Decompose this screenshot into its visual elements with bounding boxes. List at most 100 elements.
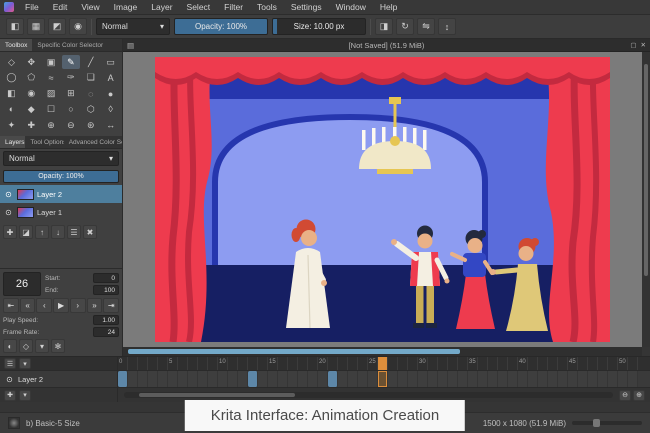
timeline-ruler-frame-39[interactable]: [508, 357, 518, 370]
fill-tool[interactable]: ●: [101, 87, 120, 101]
tab-tool-options[interactable]: Tool Options: [25, 136, 63, 148]
timeline-frame-19[interactable]: [308, 371, 318, 387]
timeline-ruler-frame-29[interactable]: [408, 357, 418, 370]
timeline-ruler-frame-14[interactable]: [258, 357, 268, 370]
timeline-ruler-frame-8[interactable]: [198, 357, 208, 370]
timeline-ruler-frame-33[interactable]: [448, 357, 458, 370]
mirror-horizontal-icon[interactable]: ⇋: [417, 18, 435, 35]
layer-properties-button[interactable]: ☰: [67, 225, 81, 239]
line-tool[interactable]: ╱: [81, 55, 100, 69]
eraser-mode-icon[interactable]: ◨: [375, 18, 393, 35]
magnetic-selection-tool[interactable]: ⊖: [62, 118, 81, 132]
last-frame-button[interactable]: ⇥: [103, 298, 120, 313]
vertical-scroll-handle[interactable]: [644, 63, 648, 277]
timeline-frame-22[interactable]: [338, 371, 348, 387]
opacity-slider[interactable]: Opacity: 100%: [174, 18, 268, 35]
timeline-ruler-frame-37[interactable]: [488, 357, 498, 370]
timeline-ruler-frame-27[interactable]: [388, 357, 398, 370]
timeline-frame-39[interactable]: [508, 371, 518, 387]
timeline-frame-51[interactable]: [628, 371, 638, 387]
timeline-frame-41[interactable]: [528, 371, 538, 387]
timeline-frame-24[interactable]: [358, 371, 368, 387]
timeline-ruler-frame-13[interactable]: [248, 357, 258, 370]
duplicate-layer-button[interactable]: ◪: [19, 225, 33, 239]
timeline-frame-17[interactable]: [288, 371, 298, 387]
timeline-frame-5[interactable]: [168, 371, 178, 387]
timeline-ruler-frame-24[interactable]: [358, 357, 368, 370]
fg-bg-color-icon[interactable]: ◩: [48, 18, 66, 35]
menu-file[interactable]: File: [18, 0, 46, 15]
start-frame-spinbox[interactable]: 0: [93, 273, 119, 283]
timeline-frame-4[interactable]: [158, 371, 168, 387]
tab-advanced-color-selector[interactable]: Advanced Color Se...: [64, 136, 122, 148]
pattern-chooser-icon[interactable]: ▦: [27, 18, 45, 35]
pattern-edit-tool[interactable]: ▨: [42, 87, 61, 101]
brush-size-slider[interactable]: Size: 10.00 px: [272, 18, 366, 35]
brush-preview-thumbnail[interactable]: [8, 417, 20, 429]
mirror-vertical-icon[interactable]: ↕: [438, 18, 456, 35]
timeline-frame-38[interactable]: [498, 371, 508, 387]
reload-preset-icon[interactable]: ↻: [396, 18, 414, 35]
menu-view[interactable]: View: [74, 0, 106, 15]
frame-rate-spinbox[interactable]: 24: [93, 327, 119, 337]
timeline-frame-11[interactable]: [228, 371, 238, 387]
polygonal-selection-tool[interactable]: ⬡: [81, 102, 100, 116]
tab-layers[interactable]: Layers: [0, 136, 26, 148]
timeline-frame-13[interactable]: [248, 371, 258, 387]
canvas-vertical-scrollbar[interactable]: [642, 52, 650, 347]
timeline-ruler-frame-36[interactable]: [478, 357, 488, 370]
timeline-frame-34[interactable]: [458, 371, 468, 387]
crop-tool[interactable]: ▣: [42, 55, 61, 69]
timeline-ruler-frame-18[interactable]: [298, 357, 308, 370]
restore-window-icon[interactable]: ▢: [630, 41, 636, 49]
current-frame-spinbox[interactable]: 26: [3, 272, 41, 296]
timeline-ruler-frame-6[interactable]: [178, 357, 188, 370]
timeline-ruler-frame-16[interactable]: [278, 357, 288, 370]
timeline-frame-35[interactable]: [468, 371, 478, 387]
timeline-frame-10[interactable]: [218, 371, 228, 387]
menu-filter[interactable]: Filter: [217, 0, 250, 15]
timeline-ruler-frame-38[interactable]: [498, 357, 508, 370]
move-layer-up-button[interactable]: ↑: [35, 225, 49, 239]
timeline-frame-18[interactable]: [298, 371, 308, 387]
timeline-frame-40[interactable]: [518, 371, 528, 387]
timeline-frame-25[interactable]: [368, 371, 378, 387]
colorize-mask-tool[interactable]: ◐: [2, 102, 21, 116]
timeline-frame-47[interactable]: [588, 371, 598, 387]
timeline-ruler-frame-32[interactable]: [438, 357, 448, 370]
first-frame-button[interactable]: ⇤: [3, 298, 19, 313]
timeline-ruler-frame-9[interactable]: [208, 357, 218, 370]
timeline-ruler-frame-0[interactable]: 0: [118, 357, 128, 370]
ellipse-tool[interactable]: ◯: [2, 71, 21, 85]
timeline-frame-43[interactable]: [548, 371, 558, 387]
next-frame-button[interactable]: ›: [69, 298, 86, 313]
polyline-tool[interactable]: ≈: [42, 71, 61, 85]
timeline-frame-28[interactable]: [398, 371, 408, 387]
tab-toolbox[interactable]: Toolbox: [0, 39, 33, 51]
animation-settings-button[interactable]: ✻: [51, 339, 65, 353]
assistants-tool[interactable]: ⊞: [62, 87, 81, 101]
gradient-chooser-icon[interactable]: ◧: [6, 18, 24, 35]
timeline-frame-14[interactable]: [258, 371, 268, 387]
timeline-ruler-frame-50[interactable]: 50: [618, 357, 628, 370]
timeline-zoom-in-button[interactable]: ⊕: [633, 389, 645, 401]
timeline-frame-50[interactable]: [618, 371, 628, 387]
play-button[interactable]: ▶: [53, 298, 69, 313]
bezier-selection-tool[interactable]: ⊕: [42, 118, 61, 132]
dynamic-brush-tool[interactable]: ❏: [81, 71, 100, 85]
timeline-menu-button[interactable]: ☰: [4, 358, 16, 369]
color-sampler-tool[interactable]: ◉: [22, 87, 41, 101]
add-layer-button[interactable]: ✚: [3, 225, 17, 239]
contiguous-selection-tool[interactable]: ✦: [2, 118, 21, 132]
timeline-frame-21[interactable]: [328, 371, 338, 387]
rectangular-selection-tool[interactable]: ☐: [42, 102, 61, 116]
timeline-frame-26[interactable]: [378, 371, 388, 387]
timeline-frame-42[interactable]: [538, 371, 548, 387]
menu-window[interactable]: Window: [329, 0, 373, 15]
previous-keyframe-button[interactable]: «: [19, 298, 36, 313]
smart-patch-tool[interactable]: ◌: [81, 87, 100, 101]
timeline-ruler-frame-1[interactable]: [128, 357, 138, 370]
gradient-tool[interactable]: ◧: [2, 87, 21, 101]
move-tool[interactable]: ✥: [22, 55, 41, 69]
timeline-frame-15[interactable]: [268, 371, 278, 387]
